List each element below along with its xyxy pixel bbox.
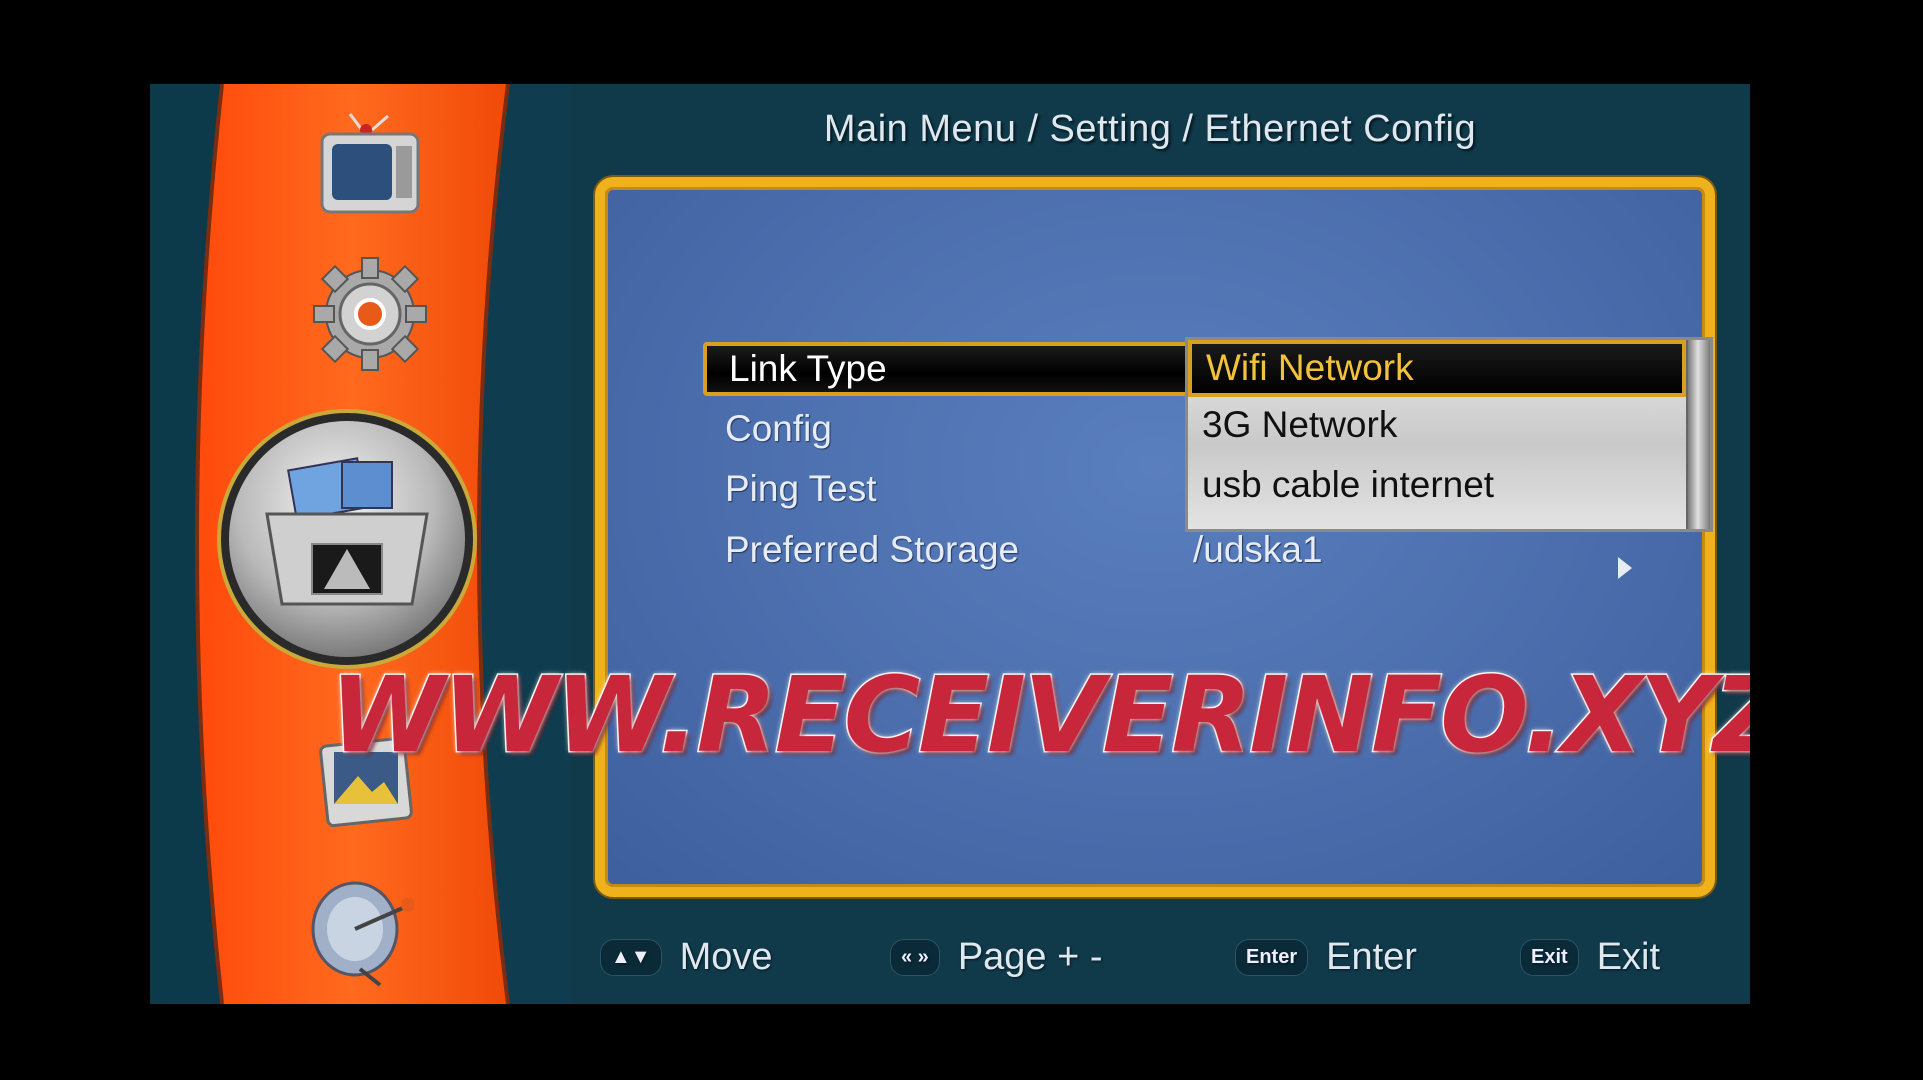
hint-exit: Exit Exit bbox=[1520, 936, 1660, 979]
hint-label: Exit bbox=[1596, 936, 1661, 978]
hint-enter: Enter Enter bbox=[1235, 936, 1417, 979]
hint-page: « » Page + - bbox=[890, 936, 1103, 979]
menu-row-label: Ping Test bbox=[725, 468, 877, 509]
page-key-icon: « » bbox=[890, 939, 940, 976]
up-down-key-icon: ▲▼ bbox=[600, 939, 662, 976]
dropdown-option-3g[interactable]: 3G Network bbox=[1202, 404, 1397, 446]
dropdown-option-wifi[interactable]: Wifi Network bbox=[1188, 340, 1686, 397]
menu-row-label: Preferred Storage bbox=[725, 529, 1020, 570]
enter-key-icon: Enter bbox=[1235, 939, 1309, 976]
breadcrumb: Main Menu / Setting / Ethernet Config bbox=[823, 108, 1477, 150]
dropdown-scrollbar[interactable] bbox=[1686, 340, 1710, 529]
exit-key-icon: Exit bbox=[1520, 939, 1579, 976]
hint-label: Page + - bbox=[957, 936, 1103, 978]
receiver-screen: Main Menu / Setting / Ethernet Config Li… bbox=[150, 84, 1750, 1004]
hint-label: Enter bbox=[1326, 936, 1417, 978]
gear-icon[interactable] bbox=[310, 254, 430, 374]
media-box-icon[interactable] bbox=[212, 404, 482, 674]
menu-row-label: Link Type bbox=[729, 348, 887, 389]
hint-move: ▲▼ Move bbox=[600, 936, 773, 979]
watermark: WWW.RECEIVERINFO.XYZ bbox=[329, 653, 1751, 778]
link-type-dropdown[interactable]: Wifi Network 3G Network usb cable intern… bbox=[1185, 337, 1713, 532]
arrow-right-icon[interactable] bbox=[1618, 557, 1632, 579]
menu-row-label: Config bbox=[725, 408, 832, 449]
menu-row-value: /udska1 bbox=[1193, 529, 1323, 570]
ethernet-config-panel: Link Type Config Ping Test Preferred Sto… bbox=[595, 177, 1715, 897]
tv-icon[interactable] bbox=[310, 112, 430, 222]
key-hint-bar: ▲▼ Move « » Page + - Enter Enter Exit Ex… bbox=[150, 924, 1750, 994]
hint-label: Move bbox=[679, 936, 773, 978]
dropdown-option-usb[interactable]: usb cable internet bbox=[1202, 464, 1494, 506]
